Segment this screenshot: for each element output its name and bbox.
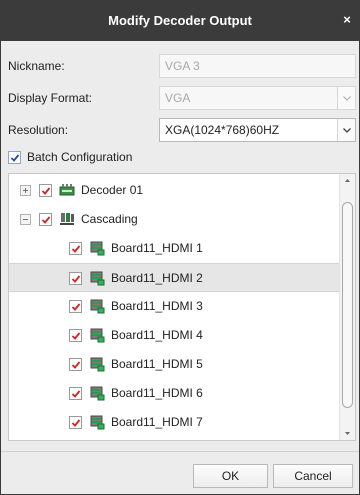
resolution-select[interactable]: XGA(1024*768)60HZ xyxy=(159,118,356,142)
chevron-down-icon[interactable] xyxy=(337,119,355,141)
board-icon xyxy=(89,298,105,314)
board-icon xyxy=(89,270,105,286)
scrollbar-thumb[interactable] xyxy=(342,202,353,408)
tree-item-board11-hdmi-3[interactable]: Board11_HDMI 3 xyxy=(9,292,339,321)
tree-item-label: Board11_HDMI 4 xyxy=(111,328,203,342)
tree-item-label: Board11_HDMI 1 xyxy=(111,241,203,255)
dialog-title: Modify Decoder Output xyxy=(108,13,252,28)
nickname-label: Nickname: xyxy=(8,59,65,73)
checkbox-checked-icon[interactable] xyxy=(69,242,82,255)
checkbox-checked-icon[interactable] xyxy=(39,213,52,226)
tree-item-board11-hdmi-6[interactable]: Board11_HDMI 6 xyxy=(9,379,339,408)
checkbox-checked-icon[interactable] xyxy=(39,184,52,197)
tree-item-board11-hdmi-5[interactable]: Board11_HDMI 5 xyxy=(9,350,339,379)
board-icon xyxy=(89,327,105,343)
cancel-button[interactable]: Cancel xyxy=(273,464,353,488)
board-icon xyxy=(89,356,105,372)
scroll-down-arrow-icon[interactable] xyxy=(340,426,355,440)
tree-item-label: Board11_HDMI 7 xyxy=(111,415,203,429)
checkbox-checked-icon[interactable] xyxy=(69,358,82,371)
output-tree[interactable]: Decoder 01 Cascading Board11_HDMI 1 Boar… xyxy=(8,173,356,441)
tree-scrollbar[interactable] xyxy=(339,174,355,440)
display-format-value: VGA xyxy=(165,91,191,105)
tree-item-cascading[interactable]: Cascading xyxy=(9,205,339,234)
dialog-footer: OK Cancel xyxy=(1,451,359,494)
resolution-value: XGA(1024*768)60HZ xyxy=(165,123,280,137)
title-bar[interactable]: Modify Decoder Output × xyxy=(1,1,359,41)
collapse-minus-icon[interactable] xyxy=(20,214,31,225)
display-format-label: Display Format: xyxy=(8,91,93,105)
scroll-up-arrow-icon[interactable] xyxy=(340,174,355,188)
resolution-label: Resolution: xyxy=(8,123,69,137)
checkbox-checked-icon[interactable] xyxy=(69,416,82,429)
tree-item-label: Board11_HDMI 5 xyxy=(111,357,203,371)
tree-item-label: Decoder 01 xyxy=(81,183,144,197)
chevron-down-icon xyxy=(337,87,355,109)
close-icon[interactable]: × xyxy=(341,13,353,26)
display-format-select: VGA xyxy=(159,86,356,110)
checkbox-checked-icon[interactable] xyxy=(69,329,82,342)
batch-configuration-label: Batch Configuration xyxy=(27,150,133,164)
tree-item-board11-hdmi-1[interactable]: Board11_HDMI 1 xyxy=(9,234,339,263)
board-icon xyxy=(89,414,105,430)
tree-item-decoder-01[interactable]: Decoder 01 xyxy=(9,176,339,205)
tree-item-label: Board11_HDMI 2 xyxy=(111,271,203,285)
board-icon xyxy=(89,240,105,256)
expand-plus-icon[interactable] xyxy=(20,185,31,196)
checkbox-checked-icon[interactable] xyxy=(69,300,82,313)
tree-item-partial[interactable] xyxy=(9,437,339,440)
checkbox-checked-icon[interactable] xyxy=(69,387,82,400)
modify-decoder-output-dialog: Modify Decoder Output × Nickname: VGA 3 … xyxy=(0,0,360,495)
tree-item-board11-hdmi-4[interactable]: Board11_HDMI 4 xyxy=(9,321,339,350)
cascading-icon xyxy=(59,211,75,227)
board-icon xyxy=(89,385,105,401)
tree-item-label: Board11_HDMI 3 xyxy=(111,299,203,313)
checkbox-checked-icon[interactable] xyxy=(69,272,82,285)
decoder-icon xyxy=(59,182,75,198)
tree-item-label: Cascading xyxy=(81,212,138,226)
nickname-field: VGA 3 xyxy=(159,54,356,78)
checkbox-checked-icon[interactable] xyxy=(8,151,21,164)
tree-item-board11-hdmi-2[interactable]: Board11_HDMI 2 xyxy=(9,263,339,292)
tree-item-label: Board11_HDMI 6 xyxy=(111,386,203,400)
tree-item-board11-hdmi-7[interactable]: Board11_HDMI 7 xyxy=(9,408,339,437)
ok-button[interactable]: OK xyxy=(193,464,268,488)
